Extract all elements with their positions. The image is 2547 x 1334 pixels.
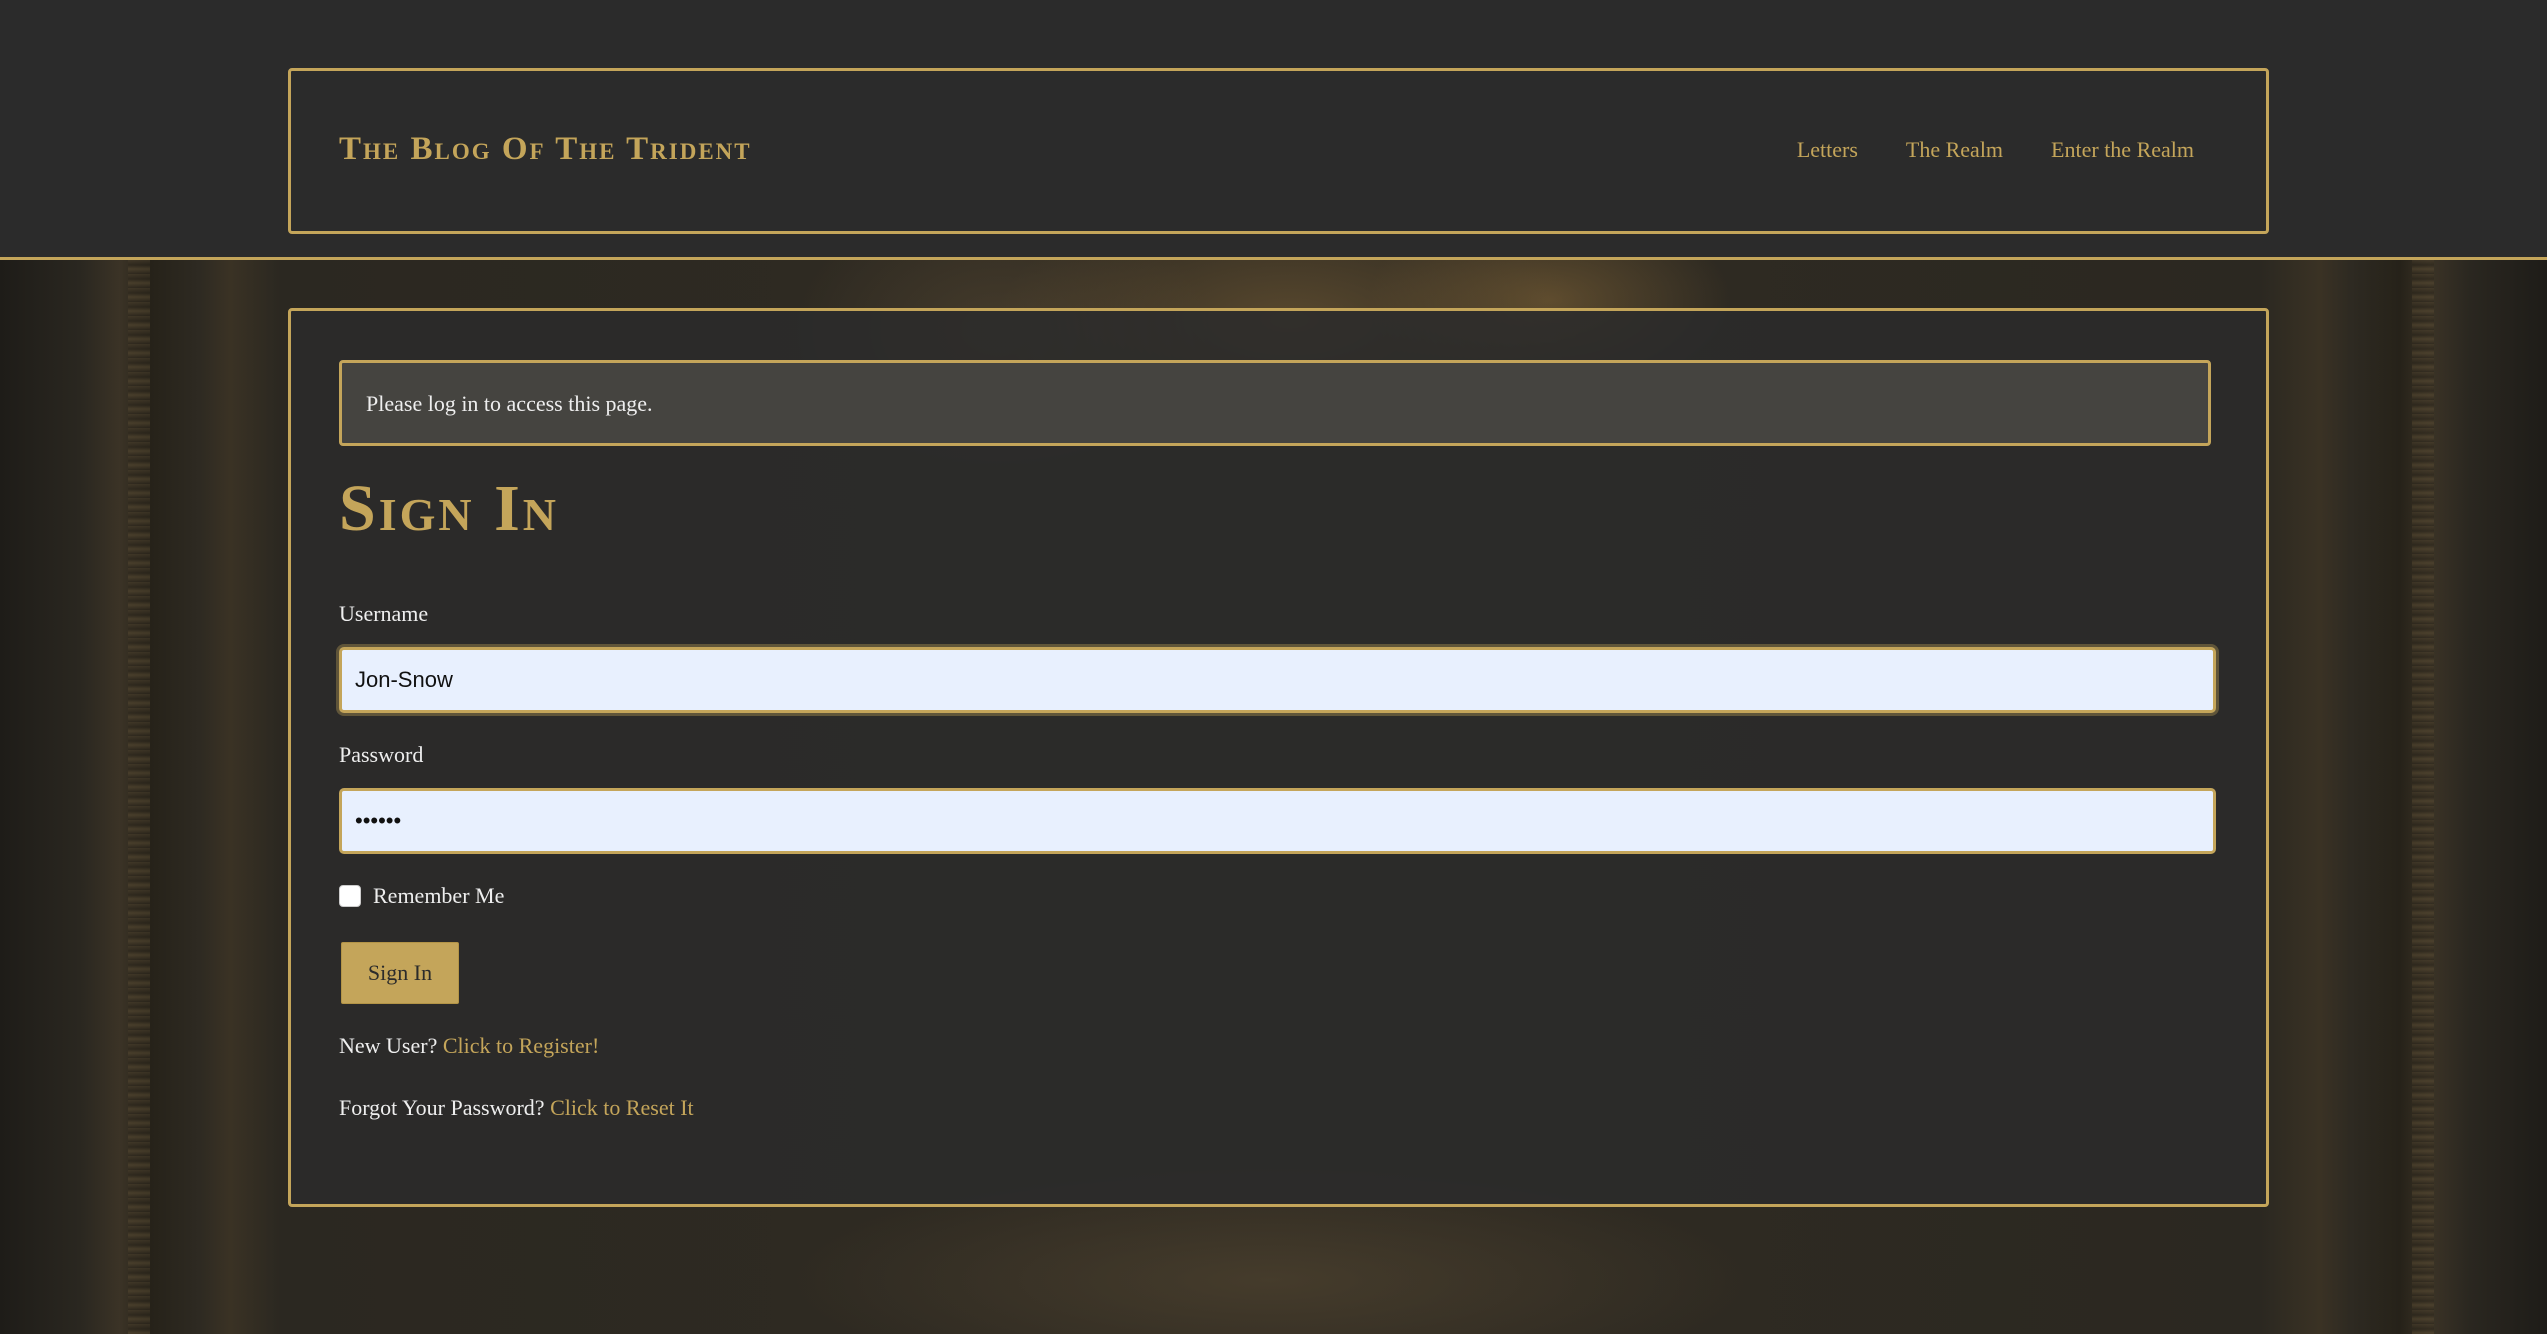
page-title: Sign In (339, 472, 560, 545)
register-link[interactable]: Click to Register! (443, 1033, 599, 1058)
username-label: Username (339, 601, 429, 626)
remember-me-checkbox[interactable] (339, 885, 361, 907)
register-line: New User? Click to Register! (339, 1033, 599, 1059)
nav-link-letters[interactable]: Letters (1797, 137, 1858, 163)
reset-prompt: Forgot Your Password? (339, 1095, 545, 1120)
remember-me-label: Remember Me (373, 883, 505, 908)
flash-alert: Please log in to access this page. (339, 360, 2211, 446)
background-frame-left (128, 260, 150, 1334)
username-input[interactable] (339, 647, 2216, 713)
password-label: Password (339, 742, 424, 767)
nav-link-the-realm[interactable]: The Realm (1906, 137, 2003, 163)
background-frame-right (2412, 260, 2434, 1334)
nav-link-enter-the-realm[interactable]: Enter the Realm (2051, 137, 2194, 163)
register-prompt: New User? (339, 1033, 438, 1058)
sign-in-panel: Please log in to access this page. Sign … (288, 308, 2269, 1207)
site-header: The Blog Of The Trident Letters The Real… (0, 0, 2547, 260)
nav-links: Letters The Realm Enter the Realm (1797, 137, 2194, 163)
password-input[interactable] (339, 788, 2216, 854)
alert-message: Please log in to access this page. (366, 391, 653, 416)
navbar: The Blog Of The Trident Letters The Real… (288, 68, 2269, 234)
reset-password-line: Forgot Your Password? Click to Reset It (339, 1095, 694, 1121)
reset-password-link[interactable]: Click to Reset It (550, 1095, 694, 1120)
brand-link[interactable]: The Blog Of The Trident (339, 131, 752, 168)
sign-in-button[interactable]: Sign In (341, 942, 459, 1004)
remember-me-row: Remember Me (339, 883, 504, 909)
